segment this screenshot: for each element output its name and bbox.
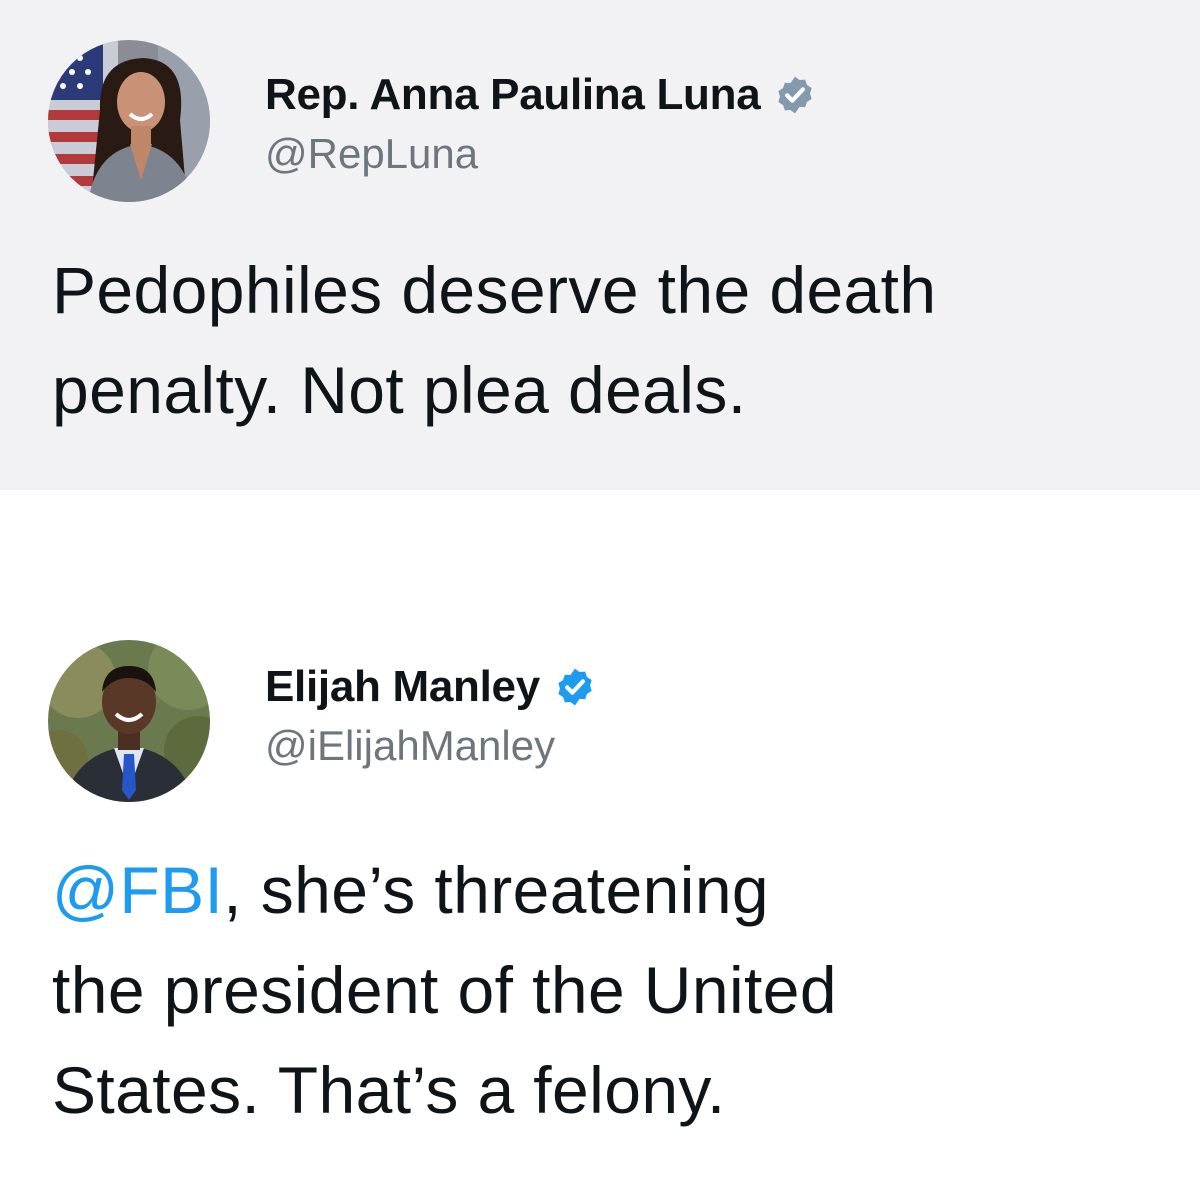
tweet-text: @FBI, she’s threatening the president of…	[52, 840, 1172, 1140]
tweet-rep-luna: Rep. Anna Paulina Luna @RepLuna Pedophil…	[0, 0, 1200, 490]
profile-photo-icon	[48, 640, 210, 802]
tweet-text: Pedophiles deserve the death penalty. No…	[52, 240, 1172, 440]
tweet-text-line: penalty. Not plea deals.	[52, 353, 747, 427]
tweet-elijah-manley: Elijah Manley @iElijahManley @FBI, she’s…	[0, 490, 1200, 1200]
avatar[interactable]	[48, 640, 210, 802]
user-handle[interactable]: @iElijahManley	[265, 722, 555, 770]
author-row: Rep. Anna Paulina Luna	[265, 70, 816, 120]
display-name[interactable]: Rep. Anna Paulina Luna	[265, 70, 761, 120]
tweet-text-line: @FBI, she’s threatening	[52, 840, 1172, 940]
display-name[interactable]: Elijah Manley	[265, 662, 540, 712]
profile-photo-icon	[48, 40, 210, 202]
author-row: Elijah Manley	[265, 662, 596, 712]
tweet-text-line: Pedophiles deserve the death	[52, 253, 937, 327]
tweet-text-fragment: , she’s threatening	[223, 853, 770, 927]
tweet-text-line: the president of the United	[52, 953, 837, 1027]
verified-badge-icon	[774, 74, 816, 116]
tweet-text-line: States. That’s a felony.	[52, 1053, 726, 1127]
verified-badge-icon	[554, 666, 596, 708]
mention-link[interactable]: @FBI	[52, 853, 223, 927]
avatar[interactable]	[48, 40, 210, 202]
user-handle[interactable]: @RepLuna	[265, 130, 478, 178]
